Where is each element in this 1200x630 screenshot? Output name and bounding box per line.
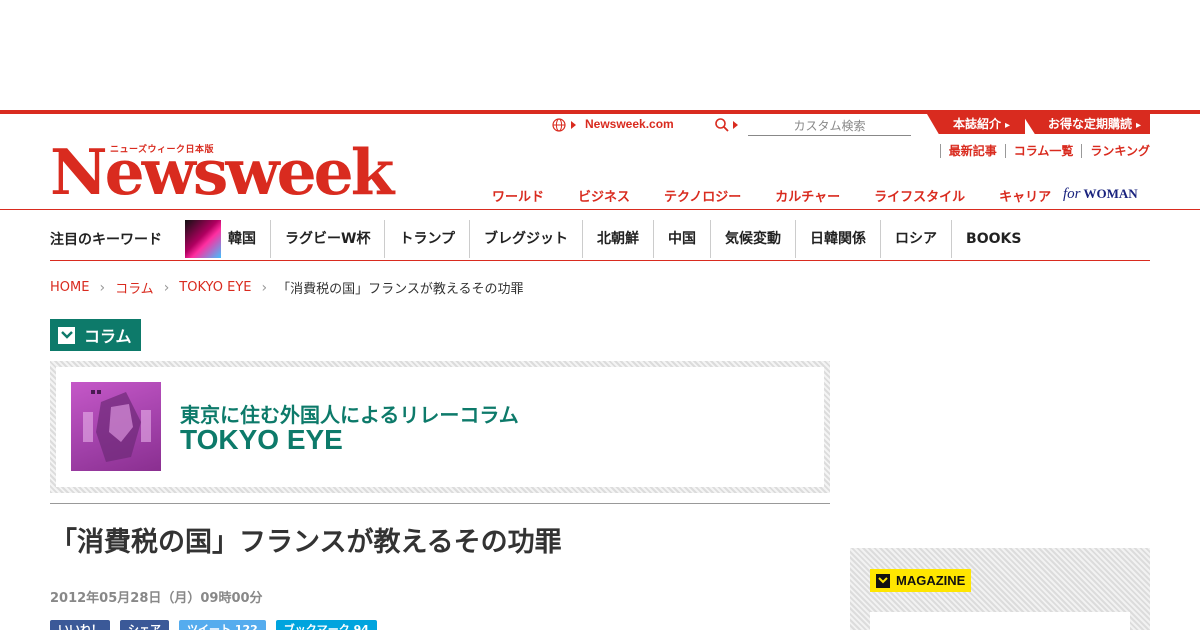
chevron-down-icon: [876, 573, 890, 588]
chevron-down-icon: [58, 326, 75, 344]
like-button[interactable]: いいね！: [50, 620, 110, 630]
search-icon[interactable]: [714, 117, 730, 133]
keyword-item[interactable]: トランプ: [384, 219, 469, 258]
newsweek-com-link[interactable]: Newsweek.com: [585, 117, 674, 131]
chevron-right-icon: ▸: [1005, 120, 1011, 131]
keyword-item[interactable]: ブレグジット: [469, 219, 582, 258]
ad-space: [0, 0, 1200, 110]
column-illustration[interactable]: [71, 382, 161, 471]
article-date: 2012年05月28日（月）09時00分: [50, 591, 263, 606]
newsweek-logo[interactable]: Newsweek ニューズウィーク日本版: [50, 135, 432, 209]
keyword-item[interactable]: 北朝鮮: [582, 219, 653, 258]
nav-world[interactable]: ワールド: [475, 186, 561, 205]
for-woman-link[interactable]: for WOMAN: [1063, 186, 1138, 203]
nav-career[interactable]: キャリア: [982, 186, 1068, 205]
nav-lifestyle[interactable]: ライフスタイル: [857, 186, 982, 205]
tab-subscription[interactable]: お得な定期購読 ▸: [1022, 114, 1150, 134]
tab-subscription-label: お得な定期購読: [1048, 117, 1133, 131]
logo-subtitle: ニューズウィーク日本版: [110, 145, 215, 155]
magazine-badge-label: MAGAZINE: [896, 573, 966, 588]
top-rule: [0, 110, 1200, 114]
nav-culture[interactable]: カルチャー: [758, 186, 857, 205]
for-woman-label: WOMAN: [1083, 186, 1138, 201]
globe-icon: [552, 118, 566, 132]
chevron-right-icon: ▸: [1136, 120, 1142, 131]
search-input[interactable]: [748, 116, 911, 136]
nav-business[interactable]: ビジネス: [561, 186, 647, 205]
chevron-right-icon: ›: [261, 279, 268, 296]
keyword-item[interactable]: BOOKS: [951, 219, 1035, 258]
breadcrumb-home[interactable]: HOME: [50, 280, 89, 295]
bookmark-button[interactable]: ブックマーク 94: [275, 620, 377, 630]
logo-wordmark: Newsweek: [50, 135, 394, 209]
breadcrumb-current: 「消費税の国」フランスが教えるその功罪: [277, 282, 524, 297]
keyword-item[interactable]: ラグビーW杯: [270, 219, 384, 258]
tab-about-magazine[interactable]: 本誌紹介 ▸: [927, 114, 1025, 134]
column-info-box: 東京に住む外国人によるリレーコラム TOKYO EYE: [50, 361, 830, 493]
nav-technology[interactable]: テクノロジー: [647, 186, 758, 205]
column-badge: コラム: [50, 319, 141, 351]
keyword-item[interactable]: 韓国: [228, 220, 270, 258]
for-woman-prefix: for: [1063, 186, 1081, 202]
column-list-link[interactable]: コラム一覧: [1004, 144, 1082, 158]
keyword-item[interactable]: ロシア: [880, 219, 951, 258]
keyword-bar: 注目のキーワード 韓国 ラグビーW杯 トランプ ブレグジット 北朝鮮 中国 気候…: [50, 217, 1150, 261]
tab-about-magazine-label: 本誌紹介: [953, 117, 1002, 131]
keyword-item[interactable]: 中国: [653, 219, 710, 258]
column-info-inner: 東京に住む外国人によるリレーコラム TOKYO EYE: [56, 367, 824, 487]
magazine-badge: MAGAZINE: [870, 569, 972, 592]
breadcrumb: HOME › コラム › TOKYO EYE › 「消費税の国」フランスが教える…: [50, 278, 524, 298]
keyword-bar-label: 注目のキーワード: [50, 231, 162, 248]
keyword-item[interactable]: 日韓関係: [795, 219, 880, 258]
breadcrumb-column[interactable]: コラム: [115, 278, 154, 297]
ranking-link[interactable]: ランキング: [1081, 144, 1150, 158]
sub-links: 最新記事 コラム一覧 ランキング: [939, 144, 1150, 158]
arrow-right-icon: [733, 121, 738, 129]
share-button[interactable]: シェア: [120, 620, 169, 630]
article-title: 「消費税の国」フランスが教えるその功罪: [50, 527, 562, 558]
chevron-right-icon: ›: [99, 279, 106, 296]
share-buttons: いいね！ シェア ツイート 122 ブックマーク 94: [50, 620, 377, 630]
breadcrumb-tokyo-eye[interactable]: TOKYO EYE: [179, 280, 251, 295]
divider: [50, 503, 830, 504]
keyword-thumbnail[interactable]: [185, 219, 221, 258]
chevron-right-icon: ›: [163, 279, 170, 296]
header-rule: [0, 209, 1200, 210]
magazine-panel[interactable]: [870, 612, 1130, 630]
column-title[interactable]: TOKYO EYE: [180, 424, 343, 456]
main-nav: ワールド ビジネス テクノロジー カルチャー ライフスタイル キャリア: [475, 186, 1068, 205]
tweet-button[interactable]: ツイート 122: [179, 620, 266, 630]
keyword-item[interactable]: 気候変動: [710, 219, 795, 258]
column-badge-label: コラム: [84, 327, 132, 346]
latest-articles-link[interactable]: 最新記事: [939, 144, 1005, 158]
sidebar-magazine-box: MAGAZINE: [850, 548, 1150, 630]
arrow-right-icon: [571, 121, 576, 129]
